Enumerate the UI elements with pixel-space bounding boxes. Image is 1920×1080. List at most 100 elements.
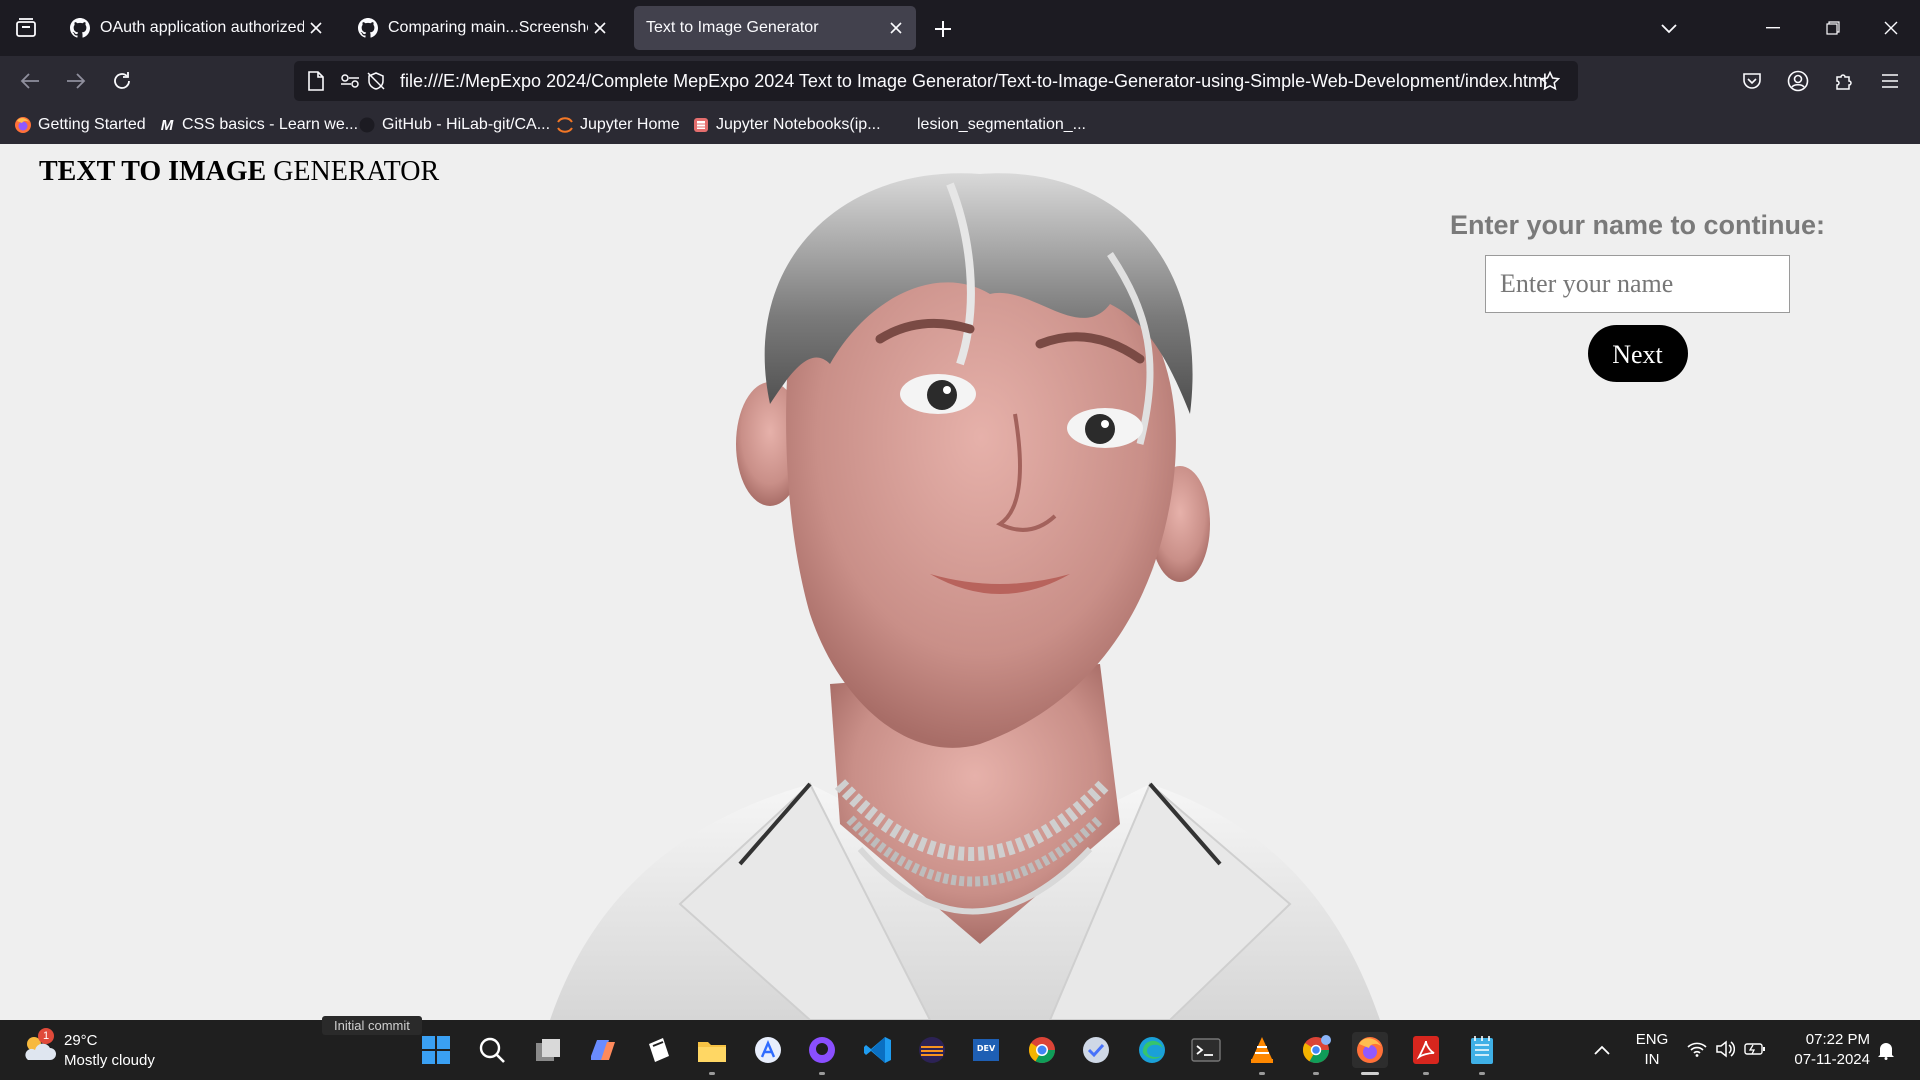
pocket-icon <box>1743 73 1761 89</box>
permissions-icon[interactable] <box>338 69 362 93</box>
wifi-icon[interactable] <box>1686 1038 1708 1060</box>
edge-icon[interactable] <box>1134 1032 1170 1068</box>
close-icon[interactable] <box>884 16 908 40</box>
file-explorer-icon[interactable] <box>694 1032 730 1068</box>
devc-icon[interactable]: DEV <box>968 1032 1004 1068</box>
weather-widget[interactable]: 1 29°C Mostly cloudy <box>20 1028 240 1072</box>
tab-strip: OAuth application authorized Comparing m… <box>0 0 1920 56</box>
vlc-icon[interactable] <box>1244 1032 1280 1068</box>
vscode-icon[interactable] <box>860 1032 896 1068</box>
running-indicator <box>1313 1072 1319 1075</box>
chrome-icon[interactable] <box>1024 1032 1060 1068</box>
ticktick-icon[interactable] <box>1078 1032 1114 1068</box>
acrobat-icon[interactable] <box>1408 1032 1444 1068</box>
account-icon <box>1787 70 1809 92</box>
github-icon <box>358 18 378 38</box>
github-desktop-icon[interactable] <box>804 1032 840 1068</box>
bookmark-label: Getting Started <box>38 116 146 133</box>
restore-button[interactable] <box>1810 10 1856 46</box>
reload-button[interactable] <box>106 65 138 97</box>
search-icon[interactable] <box>474 1032 510 1068</box>
firefox-view-button[interactable] <box>10 12 42 44</box>
tab-comparing[interactable]: Comparing main...Screenshot-o <box>344 6 620 50</box>
weather-condition: Mostly cloudy <box>64 1052 155 1069</box>
page-icon[interactable] <box>304 69 328 93</box>
name-form: Enter your name to continue: Next <box>1440 210 1835 382</box>
back-button[interactable] <box>14 65 46 97</box>
notepad-icon[interactable] <box>1464 1032 1500 1068</box>
tab-overview-icon <box>16 18 36 37</box>
close-icon[interactable] <box>304 16 328 40</box>
extensions-button[interactable] <box>1828 65 1860 97</box>
copilot-icon[interactable] <box>584 1032 620 1068</box>
menu-button[interactable] <box>1874 65 1906 97</box>
bookmark-star-icon[interactable] <box>1538 69 1562 93</box>
battery-icon[interactable] <box>1744 1038 1766 1060</box>
task-view-icon[interactable] <box>530 1032 566 1068</box>
running-indicator <box>709 1072 715 1075</box>
plus-icon <box>935 21 951 37</box>
bookmark-label: Jupyter Home <box>580 116 680 133</box>
show-hidden-icons-button[interactable] <box>1590 1038 1614 1062</box>
eclipse-icon[interactable] <box>914 1032 950 1068</box>
firefox-icon[interactable] <box>1352 1032 1388 1068</box>
blank-icon <box>893 116 911 134</box>
clock-date: 07-11-2024 <box>1794 1051 1870 1068</box>
taskbar: 1 29°C Mostly cloudy Initial commit DEV <box>0 1016 1920 1080</box>
notification-badge: 1 <box>38 1028 54 1044</box>
tab-title: OAuth application authorized <box>100 19 304 36</box>
bell-icon <box>1878 1043 1894 1060</box>
tab-oauth[interactable]: OAuth application authorized <box>56 6 336 50</box>
title-bold: TEXT TO IMAGE <box>39 156 267 187</box>
bookmark-label: lesion_segmentation_... <box>917 116 1086 133</box>
windows-start-icon[interactable] <box>418 1032 454 1068</box>
tab-title: Text to Image Generator <box>646 19 819 36</box>
bookmark-css-basics[interactable]: M CSS basics - Learn we... <box>158 114 358 136</box>
bookmark-jupyter-notebooks[interactable]: Jupyter Notebooks(ip... <box>692 114 881 136</box>
bookmark-lesion-segmentation[interactable]: lesion_segmentation_... <box>893 114 1086 136</box>
arrow-right-icon <box>67 73 86 89</box>
url-text: file:///E:/MepExpo 2024/Complete MepExpo… <box>400 71 1547 91</box>
reload-icon <box>114 72 130 89</box>
name-prompt: Enter your name to continue: <box>1449 210 1826 240</box>
page-content: TEXT TO IMAGE GENERATOR Enter your name … <box>0 144 1920 1020</box>
arrow-left-icon <box>20 73 39 89</box>
input-language-indicator[interactable]: ENG IN <box>1632 1030 1672 1070</box>
chrome-profile-icon[interactable] <box>1298 1032 1334 1068</box>
language-code: ENG <box>1635 1031 1669 1048</box>
weather-temperature: 29°C <box>64 1032 98 1049</box>
pocket-button[interactable] <box>1736 65 1768 97</box>
address-bar[interactable]: file:///E:/MepExpo 2024/Complete MepExpo… <box>294 61 1578 101</box>
list-all-tabs-button[interactable] <box>1654 14 1684 44</box>
volume-icon[interactable] <box>1714 1038 1736 1060</box>
bookmark-jupyter-home[interactable]: Jupyter Home <box>556 114 680 136</box>
minimize-icon <box>1766 27 1780 29</box>
region-code: IN <box>1644 1051 1660 1068</box>
account-button[interactable] <box>1782 65 1814 97</box>
name-input[interactable] <box>1485 255 1790 313</box>
close-icon <box>1884 21 1898 35</box>
bookmarks-toolbar: Getting Started M CSS basics - Learn we.… <box>0 106 1920 144</box>
forward-button[interactable] <box>60 65 92 97</box>
close-window-button[interactable] <box>1868 10 1914 46</box>
system-clock[interactable]: 07:22 PM 07-11-2024 <box>1776 1030 1870 1070</box>
notion-icon[interactable] <box>640 1032 676 1068</box>
bookmark-github-hilab[interactable]: GitHub - HiLab-git/CA... <box>358 114 550 136</box>
notifications-button[interactable] <box>1874 1038 1898 1062</box>
jupyter-icon <box>556 116 574 134</box>
terminal-icon[interactable] <box>1188 1032 1224 1068</box>
github-icon <box>358 116 376 134</box>
title-rest: GENERATOR <box>266 156 440 187</box>
close-icon[interactable] <box>588 16 612 40</box>
hamburger-menu-icon <box>1882 74 1898 88</box>
page-title: TEXT TO IMAGE GENERATOR <box>39 156 439 188</box>
next-button[interactable]: Next <box>1587 325 1688 382</box>
tab-text-to-image[interactable]: Text to Image Generator <box>634 6 916 50</box>
tracking-protection-off-icon[interactable] <box>364 69 388 93</box>
app-store-icon[interactable] <box>750 1032 786 1068</box>
bookmark-label: CSS basics - Learn we... <box>182 116 359 133</box>
bookmark-getting-started[interactable]: Getting Started <box>14 114 146 136</box>
github-icon <box>70 18 90 38</box>
new-tab-button[interactable] <box>928 14 958 44</box>
minimize-button[interactable] <box>1750 10 1796 46</box>
